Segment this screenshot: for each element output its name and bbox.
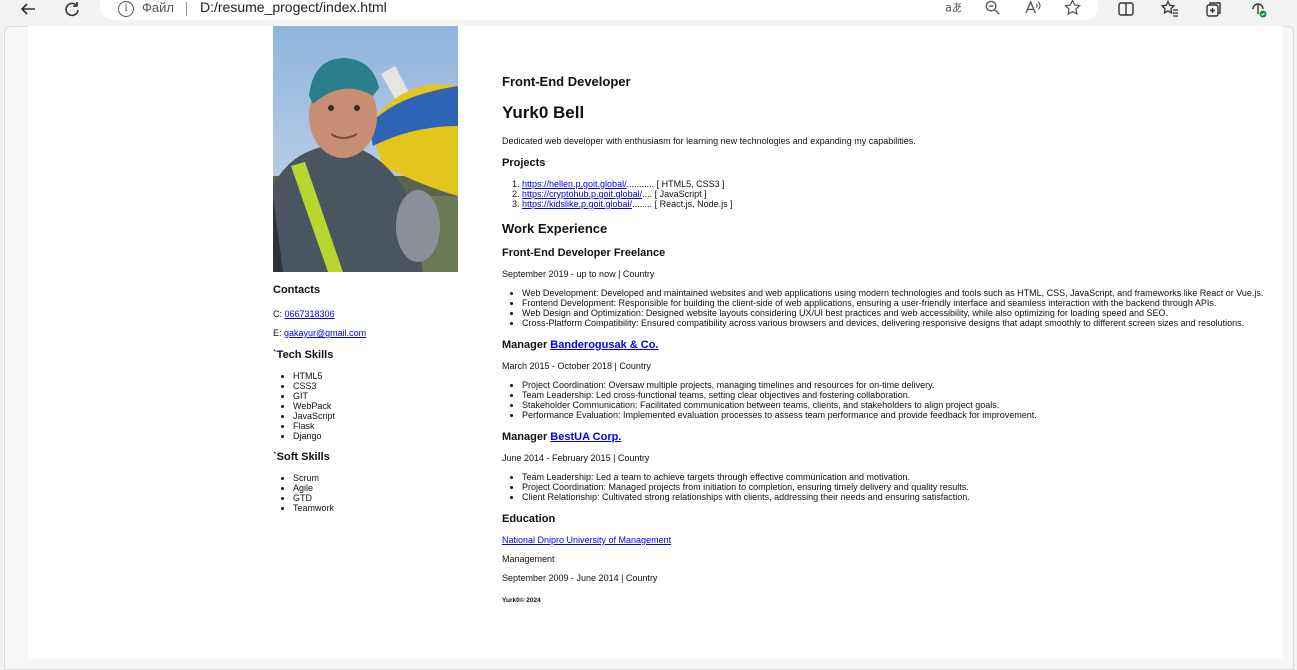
summary-text: Dedicated web developer with enthusiasm … bbox=[502, 136, 916, 146]
job-duties-list: Web Development: Developed and maintaine… bbox=[502, 288, 1282, 328]
browser-toolbar: i Файл D:/resume_progect/index.html aあ bbox=[0, 0, 1297, 22]
job-title: Front-End Developer Freelance bbox=[502, 247, 665, 259]
role-title: Front-End Developer bbox=[502, 74, 631, 89]
job-duty-item: Performance Evaluation: Implemented eval… bbox=[522, 410, 1282, 420]
profile-photo bbox=[273, 26, 458, 272]
project-link[interactable]: https://cryptohub.p.goit.global/ bbox=[522, 189, 642, 199]
tech-skill-item: Flask bbox=[293, 421, 463, 431]
sidebar: Contacts C: 0667318306 E: gakayur@gmail.… bbox=[273, 284, 463, 513]
job-duty-item: Cross-Platform Compatibility: Ensured co… bbox=[522, 318, 1282, 328]
tech-skills-heading: `Tech Skills bbox=[273, 349, 334, 361]
job-duty-item: Project Coordination: Managed projects f… bbox=[522, 482, 1282, 492]
back-arrow-icon[interactable] bbox=[16, 0, 40, 18]
project-tech: ........ [ React.js, Node.js ] bbox=[632, 199, 733, 209]
contacts-heading: Contacts bbox=[273, 284, 321, 296]
soft-skill-item: GTD bbox=[293, 493, 463, 503]
phone-line: C: 0667318306 bbox=[273, 309, 463, 320]
tech-skill-item: Django bbox=[293, 431, 463, 441]
svg-text:aあ: aあ bbox=[944, 0, 960, 14]
project-tech: .... [ JavaScript ] bbox=[642, 189, 707, 199]
education-heading: Education bbox=[502, 513, 556, 525]
tech-skill-item: CSS3 bbox=[293, 381, 463, 391]
split-screen-icon[interactable] bbox=[1114, 0, 1138, 18]
university-line: National Dnipro University of Management bbox=[502, 535, 671, 545]
job-period: June 2014 - February 2015 | Country bbox=[502, 453, 650, 463]
job-duty-item: Client Relationship: Cultivated strong r… bbox=[522, 492, 1282, 502]
footer-copyright: Yurk0© 2024 bbox=[502, 597, 541, 604]
project-item: https://hellen.p.goit.global/...........… bbox=[522, 179, 733, 189]
project-item: https://cryptohub.p.goit.global/.... [ J… bbox=[522, 189, 733, 199]
soft-skills-heading: `Soft Skills bbox=[273, 451, 330, 463]
translate-icon[interactable]: aあ bbox=[942, 0, 962, 16]
email-link[interactable]: gakayur@gmail.com bbox=[284, 328, 366, 338]
email-prefix: E: bbox=[273, 328, 285, 338]
favorites-icon[interactable] bbox=[1158, 0, 1182, 18]
job-duty-item: Team Leadership: Led cross-functional te… bbox=[522, 390, 1282, 400]
major-text: Management bbox=[502, 554, 555, 564]
job-period: September 2019 - up to now | Country bbox=[502, 269, 655, 279]
company-link[interactable]: Banderogusak & Co. bbox=[550, 339, 658, 351]
projects-list: https://hellen.p.goit.global/...........… bbox=[502, 179, 733, 209]
site-info-icon[interactable]: i bbox=[118, 1, 134, 17]
project-item: https://kidslike.p.goit.global/........ … bbox=[522, 199, 733, 209]
job-duty-item: Project Coordination: Oversaw multiple p… bbox=[522, 380, 1282, 390]
job-duty-item: Frontend Development: Responsible for bu… bbox=[522, 298, 1282, 308]
refresh-icon[interactable] bbox=[60, 0, 84, 18]
read-aloud-icon[interactable] bbox=[1022, 0, 1042, 16]
soft-skills-list: Scrum Agile GTD Teamwork bbox=[273, 473, 463, 513]
job-duty-item: Stakeholder Communication: Facilitated c… bbox=[522, 400, 1282, 410]
soft-skill-item: Agile bbox=[293, 483, 463, 493]
collections-icon[interactable] bbox=[1202, 0, 1226, 18]
person-name: Yurk0 Bell bbox=[502, 103, 585, 122]
tech-skills-list: HTML5 CSS3 GIT WebPack JavaScript Flask … bbox=[273, 371, 463, 441]
url-text[interactable]: D:/resume_progect/index.html bbox=[200, 0, 387, 15]
job-duty-item: Team Leadership: Led a team to achieve t… bbox=[522, 472, 1282, 482]
address-divider bbox=[186, 2, 187, 16]
projects-heading: Projects bbox=[502, 157, 546, 169]
project-link[interactable]: https://hellen.p.goit.global/ bbox=[522, 179, 627, 189]
job-period: March 2015 - October 2018 | Country bbox=[502, 361, 651, 371]
job-duty-item: Web Development: Developed and maintaine… bbox=[522, 288, 1282, 298]
phone-link[interactable]: 0667318306 bbox=[285, 309, 335, 319]
job-title-text: Manager bbox=[502, 339, 551, 351]
tech-skill-item: WebPack bbox=[293, 401, 463, 411]
soft-skill-item: Teamwork bbox=[293, 503, 463, 513]
job-title-text: Manager bbox=[502, 431, 551, 443]
address-bar[interactable]: i Файл D:/resume_progect/index.html aあ bbox=[100, 0, 1098, 20]
job-duties-list: Project Coordination: Oversaw multiple p… bbox=[502, 380, 1282, 420]
job-title: Manager Banderogusak & Co. bbox=[502, 339, 658, 351]
phone-prefix: C: bbox=[273, 309, 285, 319]
tech-skill-item: GIT bbox=[293, 391, 463, 401]
project-link[interactable]: https://kidslike.p.goit.global/ bbox=[522, 199, 632, 209]
tech-skill-item: JavaScript bbox=[293, 411, 463, 421]
work-experience-heading: Work Experience bbox=[502, 221, 608, 236]
url-scheme-label: Файл bbox=[142, 0, 174, 15]
zoom-out-icon[interactable] bbox=[982, 0, 1002, 16]
favorite-star-icon[interactable] bbox=[1062, 0, 1082, 16]
job-title: Manager BestUA Corp. bbox=[502, 431, 621, 443]
project-tech: ........... [ HTML5, CSS3 ] bbox=[626, 179, 725, 189]
tech-skill-item: HTML5 bbox=[293, 371, 463, 381]
job-duties-list: Team Leadership: Led a team to achieve t… bbox=[502, 472, 1282, 502]
extension-badge-icon[interactable] bbox=[1246, 0, 1270, 18]
soft-skill-item: Scrum bbox=[293, 473, 463, 483]
job-duty-item: Web Design and Optimization: Designed we… bbox=[522, 308, 1282, 318]
company-link[interactable]: BestUA Corp. bbox=[550, 431, 621, 443]
university-link[interactable]: National Dnipro University of Management bbox=[502, 535, 671, 545]
education-period: September 2009 - June 2014 | Country bbox=[502, 573, 658, 583]
job-title-text: Front-End Developer Freelance bbox=[502, 247, 666, 259]
email-line: E: gakayur@gmail.com bbox=[273, 328, 463, 339]
